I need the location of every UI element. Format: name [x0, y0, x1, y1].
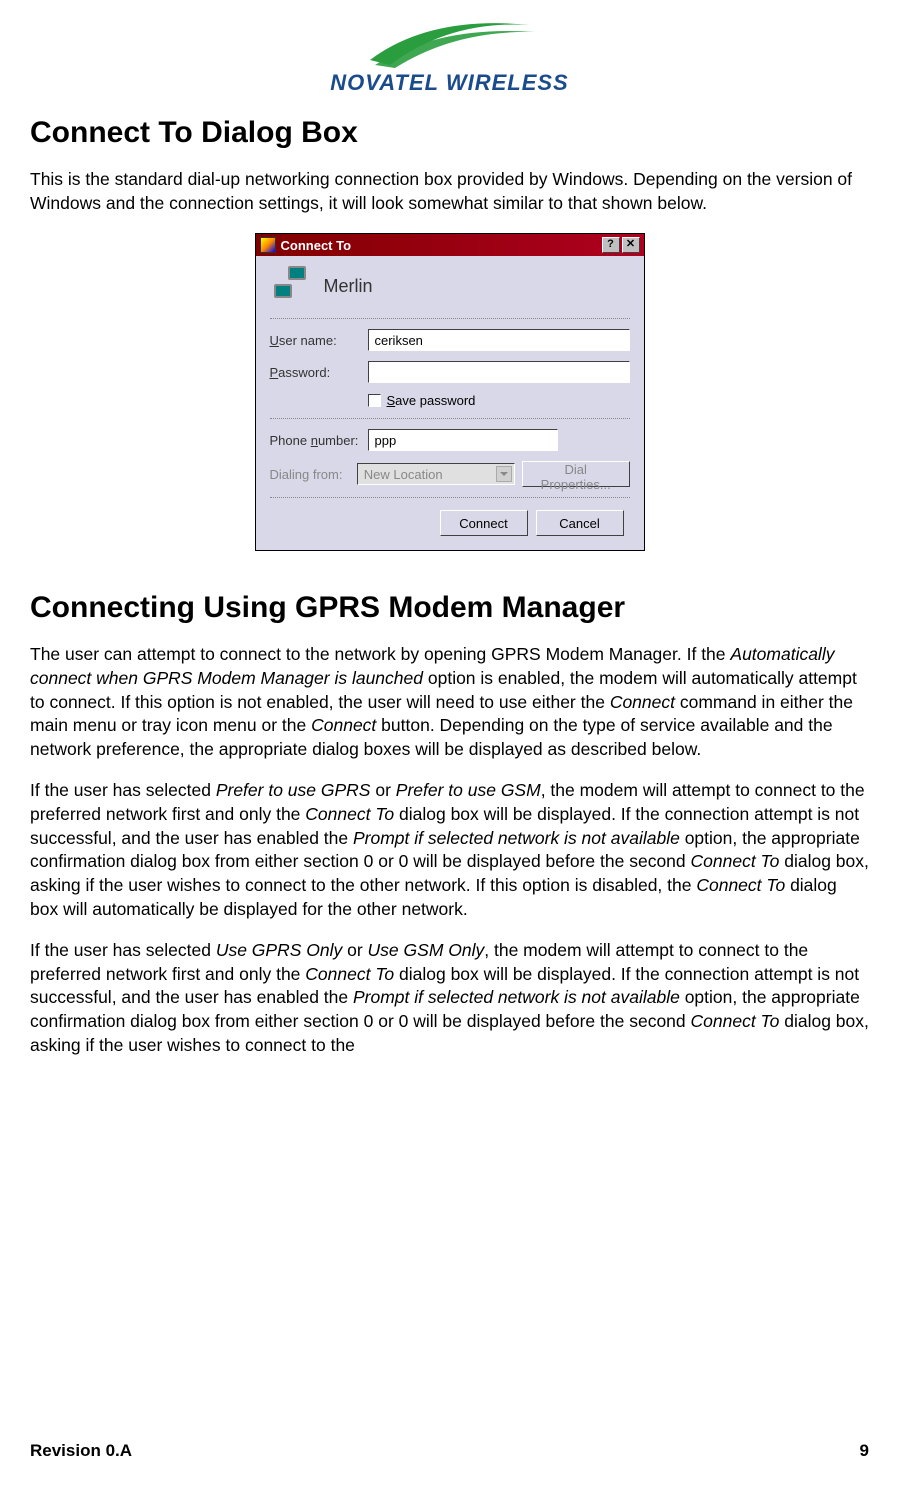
- dialog-titlebar: Connect To ? ✕: [256, 234, 644, 256]
- username-input[interactable]: [368, 329, 630, 351]
- connection-name: Merlin: [324, 276, 373, 297]
- save-password-checkbox[interactable]: [368, 394, 381, 407]
- dialup-titlebar-icon: [260, 237, 276, 253]
- section2-heading: Connecting Using GPRS Modem Manager: [30, 591, 869, 625]
- username-label: User name:: [270, 333, 368, 348]
- phone-label: Phone number:: [270, 433, 368, 448]
- separator: [270, 318, 630, 319]
- separator: [270, 418, 630, 419]
- revision-label: Revision 0.A: [30, 1441, 132, 1461]
- page-number: 9: [860, 1441, 869, 1461]
- section1-heading: Connect To Dialog Box: [30, 116, 869, 150]
- password-input[interactable]: [368, 361, 630, 383]
- dialog-screenshot: Connect To ? ✕ Merlin User name: Passwor…: [30, 233, 869, 551]
- dialing-from-value: New Location: [364, 467, 443, 482]
- password-label: Password:: [270, 365, 368, 380]
- connect-to-dialog: Connect To ? ✕ Merlin User name: Passwor…: [255, 233, 645, 551]
- logo-container: NOVATEL WIRELESS: [30, 10, 869, 96]
- section2-p3: If the user has selected Use GPRS Only o…: [30, 939, 869, 1057]
- connect-button[interactable]: Connect: [440, 510, 528, 536]
- logo-swoosh-icon: [350, 10, 550, 70]
- section2-p2: If the user has selected Prefer to use G…: [30, 779, 869, 921]
- dial-properties-button: Dial Properties...: [522, 461, 630, 487]
- chevron-down-icon: [496, 466, 512, 482]
- dialing-from-label: Dialing from:: [270, 467, 357, 482]
- cancel-button[interactable]: Cancel: [536, 510, 624, 536]
- dialog-title: Connect To: [281, 238, 352, 253]
- dialup-connection-icon: [274, 266, 310, 306]
- close-button[interactable]: ✕: [622, 237, 640, 253]
- help-button[interactable]: ?: [602, 237, 620, 253]
- logo-brand-text: NOVATEL WIRELESS: [30, 70, 869, 96]
- section2-p1: The user can attempt to connect to the n…: [30, 643, 869, 761]
- page-footer: Revision 0.A 9: [30, 1441, 869, 1461]
- phone-input[interactable]: [368, 429, 558, 451]
- dialing-from-dropdown: New Location: [357, 463, 515, 485]
- section1-paragraph: This is the standard dial-up networking …: [30, 168, 869, 215]
- save-password-label: Save password: [387, 393, 476, 408]
- separator: [270, 497, 630, 498]
